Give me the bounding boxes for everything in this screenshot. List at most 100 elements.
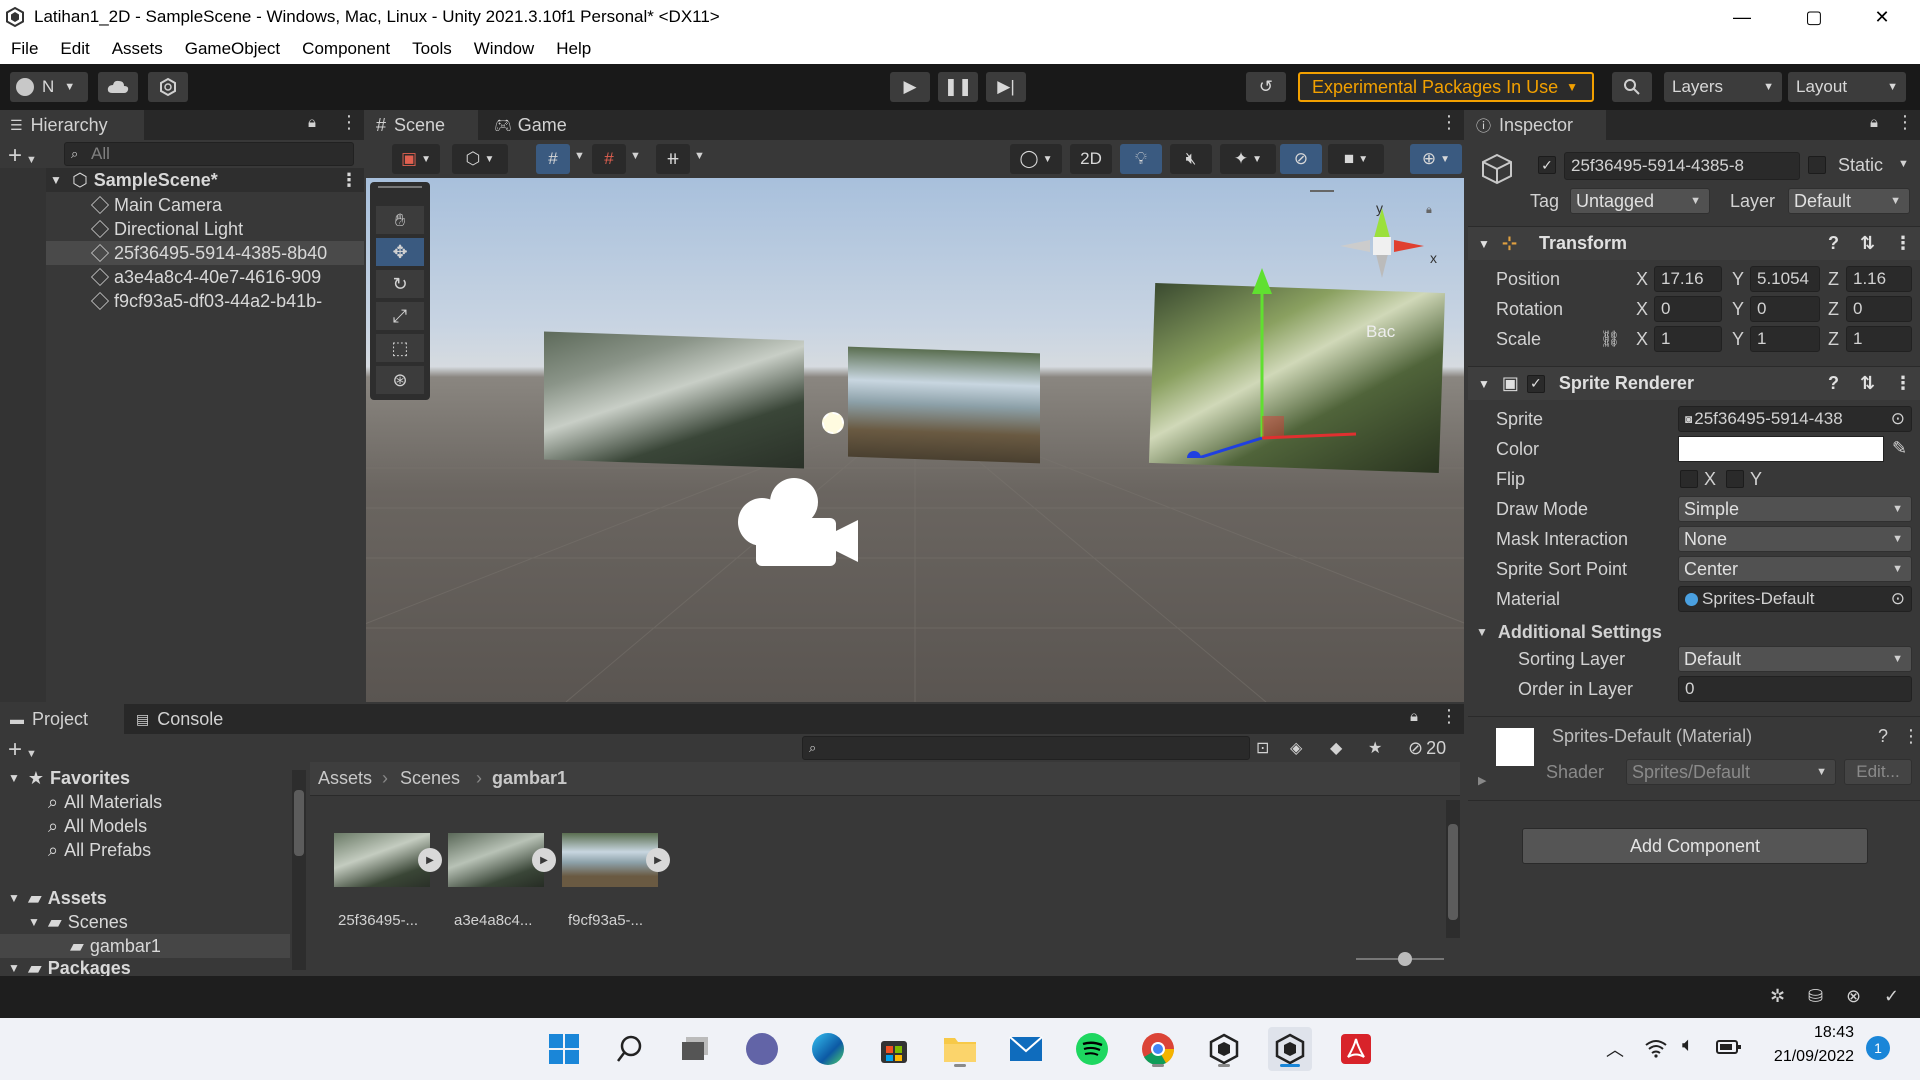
eyedropper-icon[interactable]: ✎ xyxy=(1892,438,1907,459)
unity-hub-button[interactable] xyxy=(1202,1027,1246,1071)
add-component-button[interactable]: Add Component xyxy=(1522,828,1868,864)
tab-hierarchy[interactable]: ☰ Hierarchy xyxy=(0,110,144,140)
flip-x-checkbox[interactable] xyxy=(1680,470,1698,488)
more-options-icon[interactable]: ⋮ xyxy=(1896,112,1914,133)
list-item[interactable]: Main Camera xyxy=(0,193,364,217)
hierarchy-search-input[interactable]: ⌕ All xyxy=(64,142,354,166)
breadcrumb-gambar1[interactable]: gambar1 xyxy=(492,768,567,789)
hidden-packages-toggle[interactable]: ⊘ 20 xyxy=(1408,738,1446,759)
step-button[interactable]: ▶| xyxy=(986,72,1026,102)
chrome-button[interactable] xyxy=(1136,1027,1180,1071)
project-search-input[interactable]: ⌕ xyxy=(802,736,1250,760)
chevron-down-icon[interactable]: ▼ xyxy=(630,150,641,162)
render-mode-button[interactable]: ⬡ ▼ xyxy=(452,144,508,174)
2d-toggle[interactable]: 2D xyxy=(1070,144,1112,174)
cache-icon[interactable]: ⛁ xyxy=(1808,986,1823,1007)
camera-gizmo-icon[interactable] xyxy=(734,476,864,572)
directional-light-icon[interactable] xyxy=(822,412,844,434)
palette-handle[interactable] xyxy=(378,186,422,188)
flip-y-checkbox[interactable] xyxy=(1726,470,1744,488)
wifi-icon[interactable] xyxy=(1644,1038,1668,1058)
rotation-x-field[interactable]: 0 xyxy=(1654,296,1722,322)
help-icon[interactable]: ? xyxy=(1828,233,1839,254)
label-icon[interactable]: ◆ xyxy=(1330,738,1342,758)
scale-y-field[interactable]: 1 xyxy=(1750,326,1820,352)
preset-icon[interactable]: ⇅ xyxy=(1860,233,1875,254)
menu-component[interactable]: Component xyxy=(291,39,401,59)
list-item[interactable]: f9cf93a5-df03-44a2-b41b- xyxy=(0,289,364,313)
cloud-button[interactable] xyxy=(98,72,138,102)
layout-dropdown[interactable]: Layout ▼ xyxy=(1788,72,1906,102)
start-button[interactable] xyxy=(542,1027,586,1071)
tree-favorites[interactable]: ▼ ★ Favorites xyxy=(0,766,290,790)
tree-item[interactable]: ⌕ All Prefabs xyxy=(0,838,290,862)
search-button[interactable] xyxy=(1612,72,1652,102)
asset-label[interactable]: 25f36495-... xyxy=(338,912,418,929)
mask-interaction-dropdown[interactable]: None xyxy=(1678,526,1912,552)
help-icon[interactable]: ? xyxy=(1828,373,1839,394)
edit-shader-button[interactable]: Edit... xyxy=(1844,759,1912,785)
thumbnail-size-slider-knob[interactable] xyxy=(1398,952,1412,966)
grid-toggle[interactable]: # xyxy=(536,144,570,174)
rect-tool-button[interactable]: ⬚ xyxy=(376,334,424,362)
unity-editor-button[interactable] xyxy=(1268,1027,1312,1071)
tab-project[interactable]: ▬ Project xyxy=(0,704,124,734)
rotation-y-field[interactable]: 0 xyxy=(1750,296,1820,322)
clock-time[interactable]: 18:43 xyxy=(1794,1024,1854,1042)
chevron-right-icon[interactable]: ▶ xyxy=(1478,774,1486,787)
clock-date[interactable]: 21/09/2022 xyxy=(1764,1048,1854,1066)
sprite-river[interactable] xyxy=(848,346,1040,464)
scene-viewport[interactable]: ✋︎ ✥ ↻ ⤢ ⬚ ⊛ y x Bac 🔒︎ xyxy=(366,178,1464,702)
scale-tool-button[interactable]: ⤢ xyxy=(376,302,424,330)
position-z-field[interactable]: 1.16 xyxy=(1846,266,1912,292)
notification-badge[interactable]: 1 xyxy=(1866,1036,1890,1060)
play-icon[interactable]: ▶ xyxy=(532,848,556,872)
effects-toggle[interactable]: ✦ ▼ xyxy=(1220,144,1276,174)
more-options-icon[interactable]: ⋮ xyxy=(1440,112,1458,133)
static-checkbox[interactable] xyxy=(1808,156,1826,174)
more-options-icon[interactable]: ⋮ xyxy=(1894,233,1912,254)
maximize-button[interactable]: ▢ xyxy=(1784,0,1844,34)
help-icon[interactable]: ? xyxy=(1878,726,1888,747)
menu-tools[interactable]: Tools xyxy=(401,39,463,59)
volume-icon[interactable]: 🔈︎ xyxy=(1682,1034,1694,1057)
edge-button[interactable] xyxy=(806,1027,850,1071)
layer-dropdown[interactable]: Default xyxy=(1788,188,1910,214)
tab-game[interactable]: 🎮︎ Game xyxy=(484,110,584,140)
chat-button[interactable] xyxy=(740,1027,784,1071)
menu-assets[interactable]: Assets xyxy=(101,39,174,59)
object-name-input[interactable]: 25f36495-5914-4385-8 xyxy=(1564,152,1800,180)
shader-dropdown[interactable]: Sprites/Default xyxy=(1626,759,1836,785)
sprite-object-field[interactable]: ◙ 25f36495-5914-438 ⊙ xyxy=(1678,406,1912,432)
tab-console[interactable]: ▤ Console xyxy=(126,704,246,734)
audio-toggle[interactable]: 🔇︎ xyxy=(1170,144,1212,174)
lighting-toggle[interactable]: 💡︎ xyxy=(1120,144,1162,174)
undo-history-button[interactable]: ↺ xyxy=(1246,72,1286,102)
more-options-icon[interactable]: ⋮ xyxy=(1902,726,1920,747)
more-options-icon[interactable]: ⋮ xyxy=(340,170,358,191)
tab-scene[interactable]: # Scene xyxy=(366,110,478,140)
shading-mode-button[interactable]: ◯ ▼ xyxy=(1010,144,1062,174)
chevron-down-icon[interactable]: ▼ xyxy=(1898,158,1909,170)
chevron-down-icon[interactable]: ▼ xyxy=(694,150,705,162)
scale-z-field[interactable]: 1 xyxy=(1846,326,1912,352)
order-in-layer-field[interactable]: 0 xyxy=(1678,676,1912,702)
tag-dropdown[interactable]: Untagged xyxy=(1570,188,1710,214)
sprite-forest-1[interactable] xyxy=(544,331,804,469)
lock-icon[interactable]: 🔒︎ xyxy=(1870,114,1878,131)
breadcrumb-scenes[interactable]: Scenes xyxy=(400,768,460,789)
chevron-up-icon[interactable]: ︿ xyxy=(1606,1036,1624,1062)
pause-button[interactable]: ❚❚ xyxy=(938,72,978,102)
tree-item[interactable]: ⌕ All Models xyxy=(0,814,290,838)
sorting-layer-dropdown[interactable]: Default xyxy=(1678,646,1912,672)
list-item-selected[interactable]: 25f36495-5914-4385-8b40 xyxy=(0,241,364,265)
file-explorer-button[interactable] xyxy=(938,1027,982,1071)
color-field[interactable] xyxy=(1678,436,1884,462)
play-icon[interactable]: ▶ xyxy=(646,848,670,872)
more-options-icon[interactable]: ⋮ xyxy=(340,112,358,133)
breadcrumb-assets[interactable]: Assets xyxy=(318,768,372,789)
list-item[interactable]: a3e4a8c4-40e7-4616-909 xyxy=(0,265,364,289)
close-button[interactable]: ✕ xyxy=(1852,0,1912,34)
menu-gameobject[interactable]: GameObject xyxy=(174,39,291,59)
checkmark-icon[interactable]: ✓ xyxy=(1884,986,1899,1007)
